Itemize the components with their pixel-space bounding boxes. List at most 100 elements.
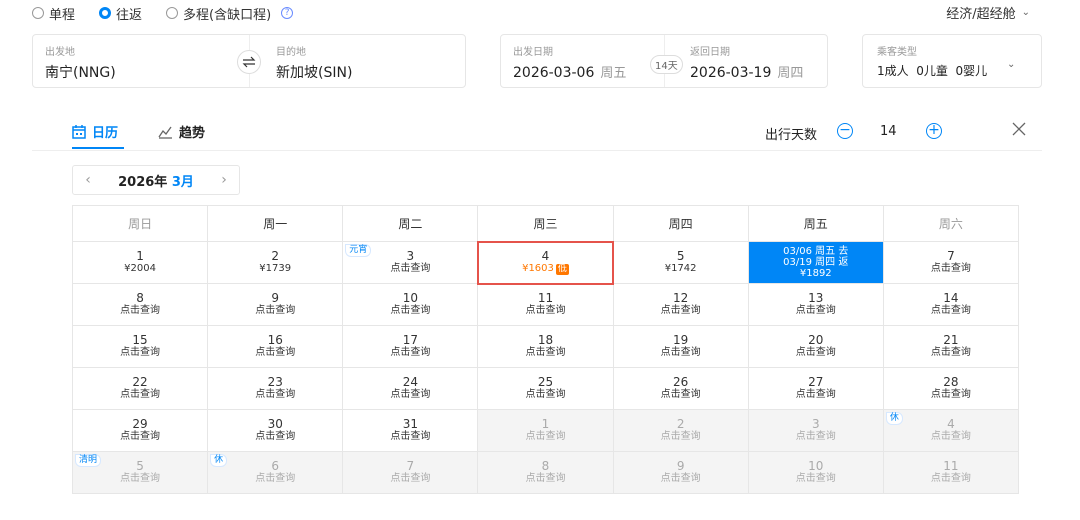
day-number: 7 [947,249,955,263]
day-number: 10 [808,459,824,473]
day-price-text: ¥1603 [522,263,554,274]
close-icon[interactable] [1011,121,1027,141]
radio-oneway[interactable] [32,7,44,19]
day-number: 4 [541,249,550,263]
calendar-day-cell[interactable]: 24 点击查询 [342,367,479,410]
tab-calendar[interactable]: 日历 [72,122,118,141]
day-price-text: 点击查询 [390,431,431,442]
calendar-day-cell[interactable]: 7 点击查询 [342,451,479,494]
calendar-day-cell[interactable]: 03/06 周五 去 03/19 周四 返 ¥1892 [747,241,884,284]
calendar-day-cell[interactable]: 16 点击查询 [207,325,344,368]
cabin-label: 经济/超经舱 [946,7,1016,22]
day-price: 点击查询 [478,431,612,443]
price-calendar: 周日 周一 周二 周三 周四 周五 周六 1 ¥2004 2 ¥1739 元宵 3 点击查询 4 ¥1603… [71,205,1020,494]
calendar-day-cell[interactable]: 清明 5 点击查询 [71,451,209,494]
calendar-day-cell[interactable]: 3 点击查询 [747,409,884,452]
calendar-day-cell[interactable]: 23 点击查询 [207,367,344,410]
calendar-day-cell[interactable]: 10 点击查询 [342,283,479,326]
chevron-right-icon[interactable]: › [209,172,239,188]
calendar-day-cell[interactable]: 11 点击查询 [882,451,1020,494]
minus-icon[interactable]: − [837,123,853,139]
trip-type-roundtrip[interactable]: 往返 [99,4,142,23]
day-price: 点击查询 [749,473,883,485]
return-weekday: 周四 [777,66,804,81]
calendar-day-cell[interactable]: 20 点击查询 [747,325,884,368]
calendar-day-cell[interactable]: 4 ¥1603 低 [476,240,615,285]
calendar-day-cell[interactable]: 19 点击查询 [612,325,749,368]
calendar-day-cell[interactable]: 25 点击查询 [477,367,614,410]
tab-trend[interactable]: 趋势 [158,122,205,141]
calendar-day-cell[interactable]: 9 点击查询 [612,451,749,494]
calendar-day-cell[interactable]: 31 点击查询 [342,409,479,452]
day-number: 19 [672,333,689,347]
day-price-text: 点击查询 [795,305,836,316]
depart-field[interactable]: 出发日期 2026-03-06 周五 [513,43,626,81]
calendar-day-cell[interactable]: 21 点击查询 [882,325,1020,368]
chevron-left-icon[interactable]: ‹ [73,172,103,188]
selected-range-line: 03/06 周五 去 [783,246,849,257]
calendar-day-cell[interactable]: 2 点击查询 [612,409,749,452]
depart-weekday: 周五 [600,66,627,81]
calendar-day-cell[interactable]: 休 6 点击查询 [207,451,344,494]
calendar-day-cell[interactable]: 9 点击查询 [207,283,344,326]
day-price-text: 点击查询 [390,473,431,484]
day-price: 点击查询 [478,305,612,317]
calendar-day-cell[interactable]: 14 点击查询 [882,283,1020,326]
day-price: ¥2004 [73,263,207,275]
calendar-day-cell[interactable]: 17 点击查询 [342,325,479,368]
holiday-tag: 休 [885,412,903,425]
calendar-day-cell[interactable]: 12 点击查询 [612,283,749,326]
calendar-day-cell[interactable]: 1 ¥2004 [71,241,209,284]
trip-type-roundtrip-label: 往返 [116,7,143,23]
radio-multi[interactable] [166,7,179,19]
calendar-day-cell[interactable]: 元宵 3 点击查询 [342,241,479,284]
calendar-day-cell[interactable]: 22 点击查询 [71,367,209,410]
weekday-header: 周五 [747,205,884,242]
help-icon[interactable]: ? [281,7,294,19]
calendar-day-cell[interactable]: 28 点击查询 [882,367,1020,410]
low-price-badge: 低 [555,264,569,275]
holiday-tag: 元宵 [345,244,372,257]
calendar-day-cell[interactable]: 10 点击查询 [747,451,884,494]
day-number: 25 [537,375,554,389]
day-number: 22 [132,375,148,389]
calendar-day-cell[interactable]: 29 点击查询 [71,409,209,452]
calendar-day-cell[interactable]: 11 点击查询 [477,283,614,326]
calendar-day-cell[interactable]: 15 点击查询 [71,325,209,368]
plus-icon[interactable]: + [926,123,942,139]
day-price-text: 点击查询 [525,305,566,316]
trip-type-oneway[interactable]: 单程 [32,4,75,23]
day-price-text: 点击查询 [795,473,836,484]
calendar-day-cell[interactable]: 18 点击查询 [477,325,614,368]
day-number: 20 [808,333,824,347]
calendar-day-cell[interactable]: 27 点击查询 [747,367,884,410]
calendar-day-cell[interactable]: 8 点击查询 [477,451,614,494]
swap-icon[interactable] [237,50,261,74]
day-number: 6 [271,459,280,473]
day-price: 点击查询 [343,263,477,275]
day-price: 点击查询 [749,389,883,401]
calendar-week-row: 8 点击查询 9 点击查询 10 点击查询 11 点击查询 12 点击查询 13 点击查询 14 点击查询 [71,283,1020,326]
calendar-day-cell[interactable]: 30 点击查询 [207,409,344,452]
day-price: 点击查询 [614,305,748,317]
radio-roundtrip[interactable] [99,7,112,19]
destination-field[interactable]: 目的地 新加坡(SIN) [276,43,352,82]
calendar-day-cell[interactable]: 13 点击查询 [747,283,884,326]
day-price: ¥1742 [614,263,748,275]
calendar-day-cell[interactable]: 8 点击查询 [71,283,209,326]
calendar-day-cell[interactable]: 5 ¥1742 [612,241,749,284]
trip-type-multi[interactable]: 多程(含缺口程) [166,4,271,23]
month-year: 2026年 [118,174,168,190]
calendar-day-cell[interactable]: 7 点击查询 [882,241,1020,284]
calendar-day-cell[interactable]: 休 4 点击查询 [882,409,1020,452]
passenger-box[interactable]: 乘客类型 1成人 0儿童 0婴儿 ⌄ [862,34,1042,88]
return-field[interactable]: 返回日期 2026-03-19 周四 [690,43,803,81]
calendar-day-cell[interactable]: 1 点击查询 [477,409,614,452]
day-price-text: 点击查询 [390,347,431,358]
origin-field[interactable]: 出发地 南宁(NNG) [45,43,116,82]
calendar-day-cell[interactable]: 2 ¥1739 [207,241,344,284]
calendar-day-cell[interactable]: 26 点击查询 [612,367,749,410]
cabin-select[interactable]: 经济/超经舱 ⌄ [946,3,1030,22]
day-price: 点击查询 [208,473,342,485]
day-number: 14 [943,291,959,305]
